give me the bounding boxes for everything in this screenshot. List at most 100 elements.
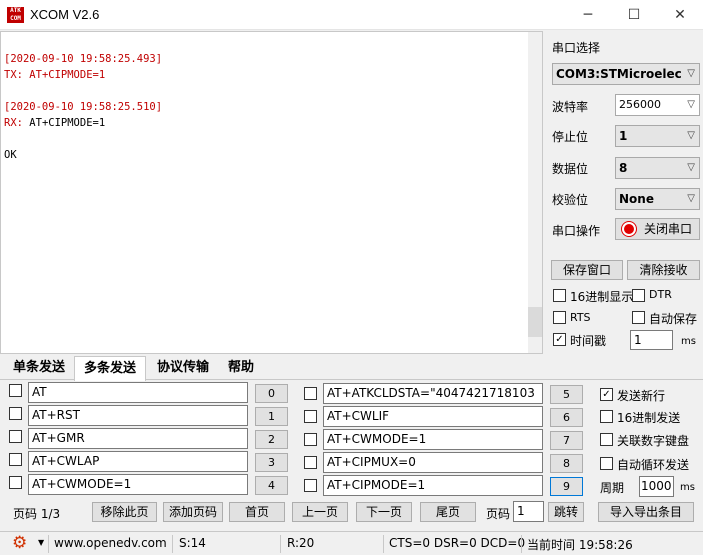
chevron-down-icon[interactable]: ▼ (38, 538, 44, 547)
close-button[interactable]: ✕ (657, 0, 703, 30)
row-checkbox[interactable] (9, 476, 22, 489)
send-button[interactable]: 4 (255, 476, 288, 495)
stop-bits-select[interactable]: 1 ▽ (615, 125, 700, 147)
current-time: 当前时间 19:58:26 (527, 538, 633, 552)
send-newline-label: 发送新行 (617, 389, 666, 403)
send-button[interactable]: 8 (550, 454, 583, 473)
command-input[interactable]: AT+RST (28, 405, 248, 426)
send-button[interactable]: 2 (255, 430, 288, 449)
row-checkbox[interactable] (304, 433, 317, 446)
baud-label: 波特率 (552, 100, 589, 114)
row-checkbox[interactable] (9, 453, 22, 466)
port-select-label: 串口选择 (552, 41, 601, 55)
minimize-button[interactable]: ─ (565, 0, 611, 30)
row-checkbox[interactable] (304, 387, 317, 400)
status-bar: ⚙ ▼ www.openedv.com S:14 R:20 CTS=0 DSR=… (0, 531, 703, 555)
command-input[interactable]: AT+GMR (28, 428, 248, 449)
row-checkbox[interactable] (304, 410, 317, 423)
rts-checkbox[interactable] (553, 311, 566, 324)
port-select[interactable]: COM3:STMicroelec ▽ (552, 63, 700, 85)
tab-protocol[interactable]: 协议传输 (148, 356, 218, 380)
prev-page-button[interactable]: 上一页 (292, 502, 348, 522)
data-bits-select[interactable]: 8 ▽ (615, 157, 700, 179)
timestamp-checkbox[interactable]: ✓ (553, 333, 566, 346)
import-export-button[interactable]: 导入导出条目 (598, 502, 694, 522)
timestamp-label: 时间戳 (570, 334, 607, 348)
gear-icon[interactable]: ⚙ (12, 533, 27, 553)
period-label: 周期 (600, 481, 625, 495)
clear-receive-button[interactable]: 清除接收 (627, 260, 700, 280)
page-input[interactable]: 1 (513, 501, 544, 522)
separator (48, 535, 49, 553)
row-checkbox[interactable] (304, 456, 317, 469)
tab-single-send[interactable]: 单条发送 (4, 356, 74, 380)
chevron-down-icon: ▽ (687, 68, 695, 79)
separator (172, 535, 173, 553)
send-button[interactable]: 6 (550, 408, 583, 427)
row-checkbox[interactable] (304, 479, 317, 492)
parity-select[interactable]: None ▽ (615, 188, 700, 210)
hex-display-label: 16进制显示 (570, 290, 634, 304)
link-keyboard-label: 关联数字键盘 (617, 434, 690, 448)
separator (280, 535, 281, 553)
stop-bits-label: 停止位 (552, 130, 589, 144)
send-button[interactable]: 1 (255, 407, 288, 426)
website-link[interactable]: www.openedv.com (54, 536, 167, 550)
maximize-button[interactable]: ☐ (611, 0, 657, 30)
scrollbar[interactable] (528, 32, 542, 353)
send-button[interactable]: 3 (255, 453, 288, 472)
log-line: [2020-09-10 19:58:25.510] (4, 101, 163, 113)
last-page-button[interactable]: 尾页 (420, 502, 476, 522)
jump-button[interactable]: 跳转 (548, 502, 584, 522)
log-line: RX: AT+CIPMODE=1 (4, 117, 106, 129)
receive-area[interactable]: [2020-09-10 19:58:25.493] TX: AT+CIPMODE… (0, 31, 543, 354)
serial-op-label: 串口操作 (552, 224, 601, 238)
row-checkbox[interactable] (9, 430, 22, 443)
hex-send-checkbox[interactable] (600, 410, 613, 423)
link-keyboard-checkbox[interactable] (600, 433, 613, 446)
received-count: R:20 (287, 536, 315, 550)
add-page-button[interactable]: 添加页码 (163, 502, 223, 522)
command-input[interactable]: AT+CIPMUX=0 (323, 452, 543, 473)
tab-multi-send[interactable]: 多条发送 (74, 356, 146, 381)
dtr-checkbox[interactable] (632, 289, 645, 302)
remove-page-button[interactable]: 移除此页 (92, 502, 157, 522)
send-button[interactable]: 7 (550, 431, 583, 450)
command-input[interactable]: AT+CWMODE=1 (28, 474, 248, 495)
tab-help[interactable]: 帮助 (218, 356, 264, 380)
scrollbar-thumb[interactable] (528, 307, 542, 337)
parity-label: 校验位 (552, 193, 589, 207)
first-page-button[interactable]: 首页 (229, 502, 285, 522)
close-port-button[interactable]: 关闭串口 (615, 218, 700, 240)
timestamp-input[interactable]: 1 (630, 330, 673, 350)
separator (383, 535, 384, 553)
next-page-button[interactable]: 下一页 (356, 502, 412, 522)
log-line: TX: AT+CIPMODE=1 (4, 69, 106, 81)
hex-send-label: 16进制发送 (617, 411, 681, 425)
save-window-button[interactable]: 保存窗口 (551, 260, 623, 280)
checkmark-icon: ✓ (602, 389, 611, 400)
send-button[interactable]: 5 (550, 385, 583, 404)
chevron-down-icon: ▽ (687, 99, 695, 110)
period-input[interactable]: 1000 (639, 476, 674, 497)
row-checkbox[interactable] (9, 407, 22, 420)
command-input[interactable]: AT (28, 382, 248, 403)
send-button[interactable]: 9 (550, 477, 583, 496)
title-bar: ATK COM XCOM V2.6 ─ ☐ ✕ (0, 0, 703, 30)
auto-save-label: 自动保存 (649, 312, 698, 326)
command-input[interactable]: AT+ATKCLDSTA="4047421718103 (323, 383, 543, 404)
auto-loop-checkbox[interactable] (600, 457, 613, 470)
baud-select[interactable]: 256000 ▽ (615, 94, 700, 116)
command-input[interactable]: AT+CWMODE=1 (323, 429, 543, 450)
auto-save-checkbox[interactable] (632, 311, 645, 324)
command-input[interactable]: AT+CWLAP (28, 451, 248, 472)
send-newline-checkbox[interactable]: ✓ (600, 388, 613, 401)
log-line: [2020-09-10 19:58:25.493] (4, 53, 163, 65)
send-button[interactable]: 0 (255, 384, 288, 403)
row-checkbox[interactable] (9, 384, 22, 397)
period-unit: ms (680, 482, 695, 493)
command-input[interactable]: AT+CIPMODE=1 (323, 475, 543, 496)
command-input[interactable]: AT+CWLIF (323, 406, 543, 427)
chevron-down-icon: ▽ (687, 162, 695, 173)
hex-display-checkbox[interactable] (553, 289, 566, 302)
